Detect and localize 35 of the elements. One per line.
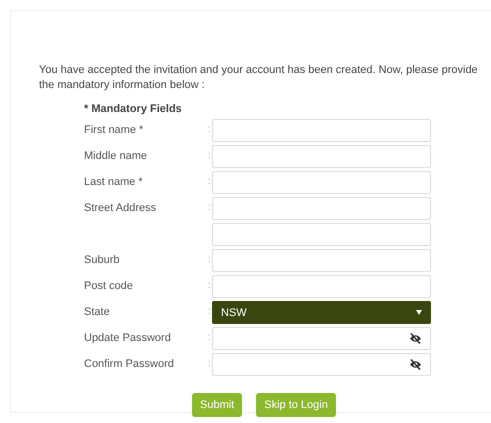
- colon-separator: :: [208, 175, 212, 187]
- colon-separator: :: [208, 253, 212, 265]
- input-field[interactable]: [212, 249, 431, 272]
- field-label: Last name *: [84, 175, 144, 188]
- colon-separator: :: [208, 149, 212, 161]
- field-label: State: [84, 305, 111, 318]
- input-field[interactable]: [212, 171, 431, 194]
- state-dropdown[interactable]: NSW: [212, 301, 431, 324]
- eye-slash-icon[interactable]: [409, 359, 422, 370]
- mandatory-fields-note: * Mandatory Fields: [84, 103, 183, 115]
- eye-slash-icon[interactable]: [409, 333, 422, 344]
- field-label: Street Address: [84, 201, 158, 214]
- field-label: Middle name: [84, 149, 148, 162]
- input-field[interactable]: [212, 275, 431, 298]
- field-label: Suburb: [84, 253, 120, 266]
- input-field[interactable]: [212, 145, 431, 168]
- submit-button[interactable]: Submit: [192, 393, 242, 417]
- field-label: Confirm Password: [84, 357, 175, 370]
- colon-separator: :: [208, 123, 212, 135]
- password-field[interactable]: [212, 353, 431, 376]
- skip-to-login-button[interactable]: Skip to Login: [256, 393, 336, 417]
- colon-separator: :: [208, 357, 212, 369]
- field-label: Post code: [84, 279, 134, 292]
- caret-icon: [416, 310, 422, 315]
- colon-separator: :: [208, 305, 212, 317]
- colon-separator: :: [208, 201, 212, 213]
- colon-separator: :: [208, 331, 212, 343]
- colon-separator: :: [208, 279, 212, 291]
- input-field[interactable]: [212, 197, 431, 220]
- input-field[interactable]: [212, 119, 431, 142]
- intro-text: You have accepted the invitation and your account has been created. Now, please provide the mandatory information below :: [39, 63, 479, 93]
- input-field[interactable]: [212, 223, 431, 246]
- field-label: Update Password: [84, 331, 172, 344]
- password-field[interactable]: [212, 327, 431, 350]
- field-label: First name *: [84, 123, 144, 136]
